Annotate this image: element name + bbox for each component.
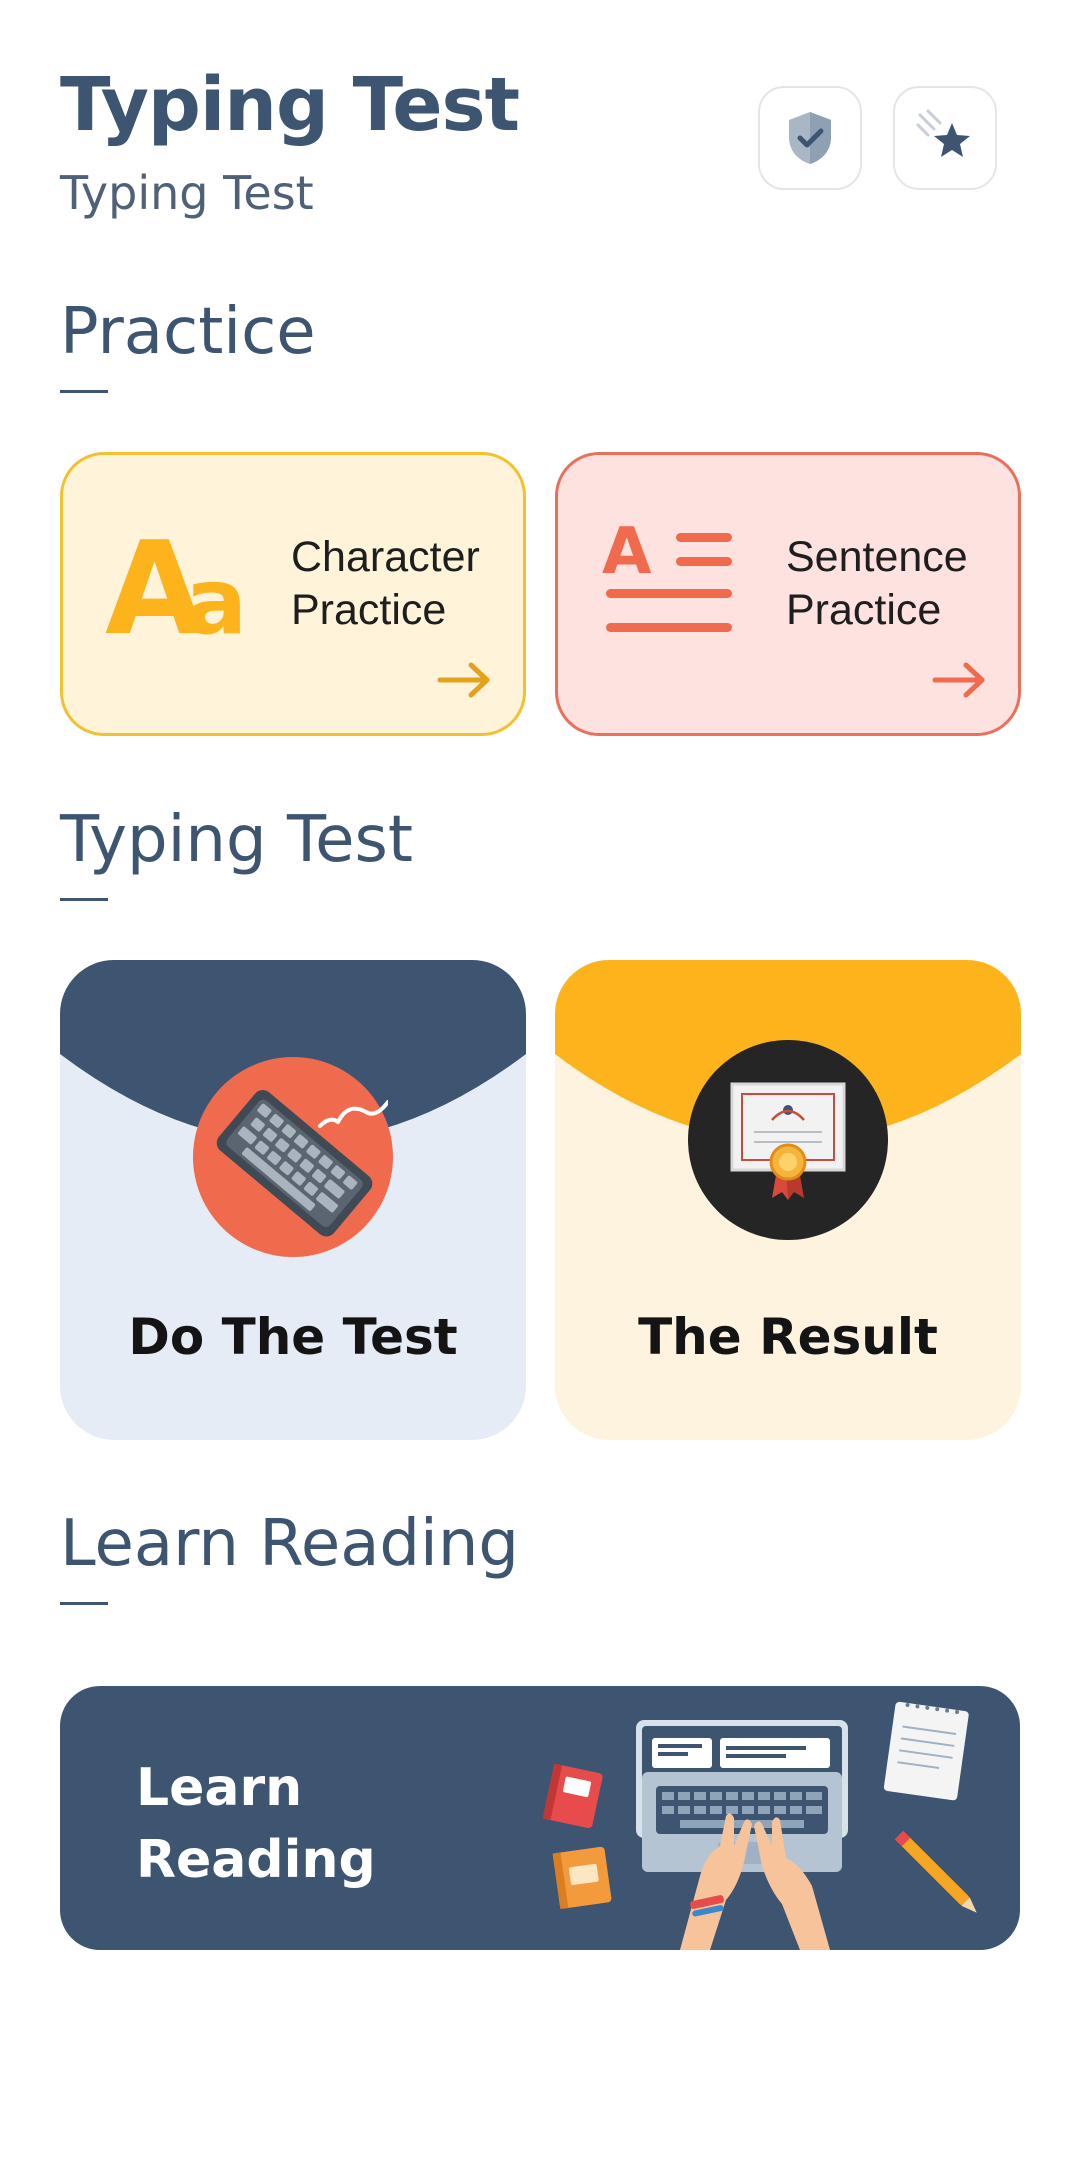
do-the-test-card[interactable]: Do The Test <box>60 960 526 1440</box>
sentence-practice-label: Sentence Practice <box>786 533 968 634</box>
character-practice-card[interactable]: A a Character Practice <box>60 452 526 736</box>
rate-button[interactable] <box>893 86 997 190</box>
do-the-test-label: Do The Test <box>128 1308 458 1366</box>
laptop-typing-illustration <box>542 1701 977 1950</box>
the-result-card[interactable]: The Result <box>555 960 1021 1440</box>
svg-text:A: A <box>602 521 652 589</box>
learn-reading-banner-label: Learn Reading <box>136 1758 376 1890</box>
typing-test-section-rule <box>60 898 108 901</box>
svg-text:a: a <box>185 548 247 645</box>
character-practice-label: Character Practice <box>291 533 480 634</box>
arrow-right-icon <box>437 662 490 698</box>
practice-section-title: Practice <box>60 295 316 369</box>
aa-letters-icon: A a <box>105 525 247 645</box>
learn-reading-banner[interactable]: Learn Reading <box>60 1686 1020 1950</box>
app-subtitle: Typing Test <box>60 166 314 220</box>
text-lines-icon: A <box>602 521 732 632</box>
app-title: Typing Test <box>60 62 520 148</box>
typing-test-section-title: Typing Test <box>60 803 413 877</box>
certificate-icon <box>730 1082 846 1200</box>
privacy-button[interactable] <box>758 86 862 190</box>
the-result-label: The Result <box>638 1308 938 1366</box>
keyboard-icon <box>216 1090 388 1237</box>
shield-check-icon <box>789 112 831 164</box>
learn-reading-section-rule <box>60 1602 108 1605</box>
learn-reading-section-title: Learn Reading <box>60 1507 519 1581</box>
arrow-right-icon <box>932 662 985 698</box>
shooting-star-icon <box>916 109 970 157</box>
practice-section-rule <box>60 390 108 393</box>
sentence-practice-card[interactable]: A Sentence Practice <box>555 452 1021 736</box>
